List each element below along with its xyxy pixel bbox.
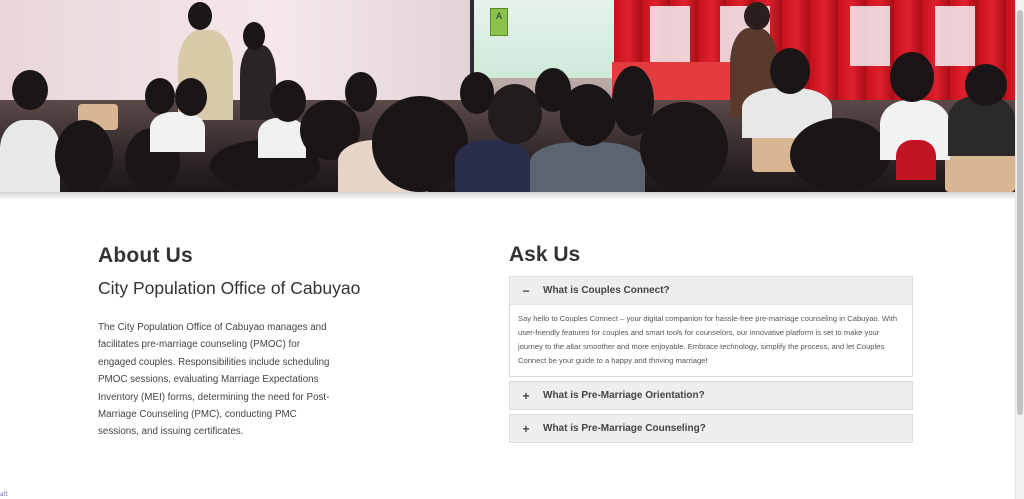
- projector-screen: A: [470, 0, 620, 78]
- student: [145, 78, 175, 114]
- faq-question: What is Pre-Marriage Orientation?: [543, 390, 705, 402]
- student: [345, 72, 377, 112]
- student: [790, 118, 890, 192]
- status-text: alt: [0, 491, 8, 498]
- hero-photo: A: [0, 0, 1015, 192]
- faq-toggle-pre-marriage-counseling[interactable]: + What is Pre-Marriage Counseling?: [510, 415, 912, 443]
- person: [243, 22, 265, 50]
- student: [535, 68, 571, 112]
- ask-section: Ask Us − What is Couples Connect? Say he…: [509, 243, 913, 444]
- student: [965, 64, 1007, 106]
- faq-item-couples-connect: − What is Couples Connect? Say hello to …: [509, 276, 913, 378]
- about-subheading: City Population Office of Cabuyao: [98, 278, 361, 298]
- student: [270, 80, 306, 122]
- student: [372, 96, 468, 192]
- minus-icon: −: [522, 283, 530, 298]
- classroom-wall: [0, 0, 470, 110]
- slide-letter: A: [495, 11, 502, 21]
- about-section: About Us City Population Office of Cabuy…: [98, 244, 361, 441]
- about-description: The City Population Office of Cabuyao ma…: [98, 322, 330, 438]
- slide-graphic: A: [490, 8, 508, 36]
- student: [455, 140, 530, 192]
- window: [935, 6, 975, 66]
- speaker: [744, 2, 770, 30]
- faq-item-pre-marriage-counseling: + What is Pre-Marriage Counseling?: [509, 414, 913, 444]
- ask-heading: Ask Us: [509, 243, 581, 266]
- plus-icon: +: [522, 388, 530, 403]
- faq-item-pre-marriage-orientation: + What is Pre-Marriage Orientation?: [509, 381, 913, 411]
- student: [258, 118, 306, 158]
- plus-icon: +: [522, 421, 530, 436]
- window: [650, 6, 690, 66]
- student: [770, 48, 810, 94]
- faq-toggle-couples-connect[interactable]: − What is Couples Connect?: [510, 277, 912, 304]
- student: [530, 142, 645, 192]
- student: [12, 70, 48, 110]
- hero-shadow: [0, 192, 1015, 200]
- faq-question: What is Couples Connect?: [543, 285, 670, 296]
- faq-toggle-pre-marriage-orientation[interactable]: + What is Pre-Marriage Orientation?: [510, 382, 912, 410]
- student: [175, 78, 207, 116]
- scrollbar-thumb[interactable]: [1017, 10, 1023, 415]
- person: [188, 2, 212, 30]
- student: [55, 120, 113, 192]
- faq-answer: Say hello to Couples Connect – your digi…: [510, 304, 912, 376]
- student: [896, 140, 936, 180]
- vertical-scrollbar[interactable]: [1015, 0, 1024, 499]
- about-heading: About Us: [98, 244, 193, 267]
- faq-question: What is Pre-Marriage Counseling?: [543, 423, 706, 435]
- student: [488, 84, 542, 144]
- student: [890, 52, 934, 102]
- student: [0, 120, 60, 192]
- student: [640, 102, 728, 192]
- student: [150, 112, 205, 152]
- window: [850, 6, 890, 66]
